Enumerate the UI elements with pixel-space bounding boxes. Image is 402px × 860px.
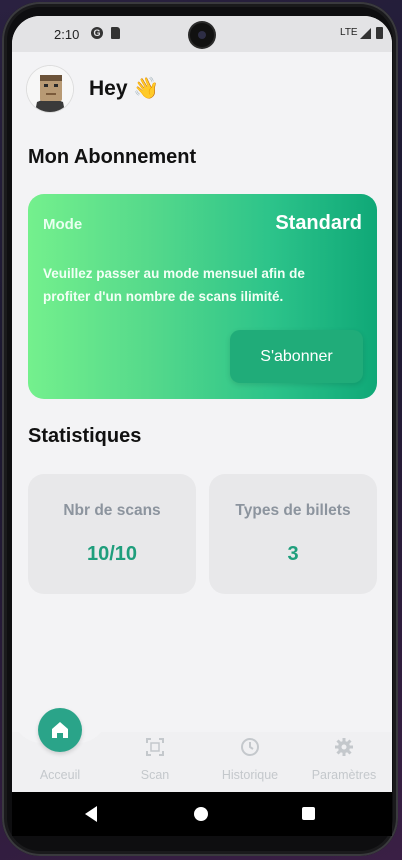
device-frame: 2:10 G LTE Hey 👋 Mon Abonnement Mode Sta… (2, 2, 398, 856)
nav-label-history[interactable]: Historique (208, 768, 292, 782)
front-camera (190, 23, 214, 47)
stat-value: 3 (287, 543, 299, 565)
scan-icon[interactable] (145, 737, 165, 757)
system-navigation-bar (12, 792, 392, 836)
stat-card-ticket-types: Types de billets 3 (209, 474, 377, 594)
status-bar: 2:10 G LTE (12, 16, 392, 52)
stat-label: Types de billets (235, 502, 351, 519)
subscription-title: Mon Abonnement (28, 146, 197, 168)
recents-icon[interactable] (302, 807, 315, 820)
google-icon: G (91, 27, 103, 39)
stat-label: Nbr de scans (63, 502, 161, 519)
network-type: LTE (340, 27, 358, 38)
history-icon[interactable] (240, 737, 260, 757)
home-icon (52, 722, 68, 738)
nav-label-settings[interactable]: Paramètres (298, 768, 390, 782)
nav-label-scan[interactable]: Scan (115, 768, 195, 782)
statistics-title: Statistiques (28, 425, 142, 447)
nav-item-home[interactable] (38, 708, 82, 752)
app-screen: 2:10 G LTE Hey 👋 Mon Abonnement Mode Sta… (12, 16, 392, 836)
status-time: 2:10 (54, 27, 80, 42)
stat-card-scans: Nbr de scans 10/10 (28, 474, 196, 594)
sd-card-icon (111, 27, 120, 39)
avatar[interactable] (27, 66, 73, 112)
subscribe-button[interactable]: S'abonner (230, 330, 363, 383)
upgrade-message: Veuillez passer au mode mensuel afin de … (43, 266, 305, 304)
battery-icon (376, 27, 383, 39)
signal-icon (360, 28, 371, 39)
mode-label: Mode (43, 216, 83, 233)
mode-value: Standard (275, 212, 362, 234)
stat-value: 10/10 (86, 543, 138, 565)
subscription-card: Mode Standard Veuillez passer au mode me… (28, 194, 377, 399)
gear-icon[interactable] (334, 737, 354, 757)
home-circle-icon[interactable] (194, 807, 208, 821)
back-icon[interactable] (85, 806, 97, 822)
greeting: Hey 👋 (89, 77, 160, 100)
nav-label-home[interactable]: Acceuil (12, 768, 108, 782)
avatar-image (27, 66, 73, 112)
